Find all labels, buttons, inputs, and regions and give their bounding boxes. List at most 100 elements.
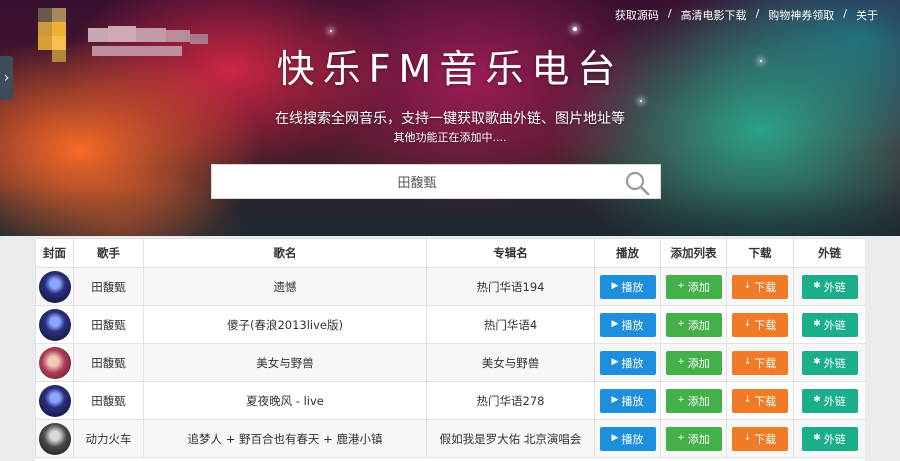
col-header-download: 下载: [726, 238, 794, 268]
download-cell: ↓ 下载: [726, 381, 794, 420]
add-to-list-button-label: 添加: [687, 280, 710, 294]
external-link-icon: ✱: [813, 433, 821, 443]
play-icon: ▶: [611, 357, 619, 367]
external-link-button[interactable]: ✱ 外链: [801, 274, 858, 299]
add-to-list-cell: + 添加: [660, 305, 727, 344]
play-button-label: 播放: [621, 318, 644, 332]
add-to-list-icon: +: [677, 281, 685, 291]
download-button-label: 下载: [754, 394, 777, 408]
artist-cell: 田馥甄: [73, 381, 144, 420]
album-cell: 美女与野兽: [426, 343, 595, 382]
add-to-list-button[interactable]: + 添加: [665, 312, 722, 337]
play-button[interactable]: ▶ 播放: [599, 274, 656, 299]
play-button[interactable]: ▶ 播放: [599, 426, 656, 451]
add-to-list-button[interactable]: + 添加: [665, 274, 722, 299]
add-to-list-button-label: 添加: [687, 432, 710, 446]
search-input[interactable]: [212, 165, 622, 198]
artist-cell: 田馥甄: [73, 305, 144, 344]
song-cell: 美女与野兽: [143, 343, 427, 382]
album-cover[interactable]: [38, 384, 71, 417]
play-cell: ▶ 播放: [594, 343, 661, 382]
album-cover[interactable]: [38, 308, 71, 341]
cover-cell: [35, 381, 74, 420]
play-cell: ▶ 播放: [594, 419, 661, 458]
add-to-list-cell: + 添加: [660, 381, 727, 420]
play-button-label: 播放: [621, 356, 644, 370]
external-link-button[interactable]: ✱ 外链: [801, 388, 858, 413]
top-nav: 获取源码 / 高清电影下载 / 购物神券领取 / 关于: [615, 7, 878, 23]
download-icon: ↓: [743, 319, 752, 329]
add-to-list-button[interactable]: + 添加: [665, 388, 722, 413]
add-to-list-icon: +: [677, 319, 685, 329]
external-link-button[interactable]: ✱ 外链: [801, 350, 858, 375]
play-button[interactable]: ▶ 播放: [599, 312, 656, 337]
external-link-icon: ✱: [813, 395, 821, 405]
play-cell: ▶ 播放: [594, 267, 661, 306]
add-to-list-icon: +: [677, 433, 685, 443]
link-shopping-coupons[interactable]: 购物神券领取: [768, 7, 834, 23]
artist-cell: 田馥甄: [73, 267, 144, 306]
download-cell: ↓ 下载: [726, 343, 794, 382]
external-link-cell: ✱ 外链: [793, 381, 865, 420]
download-icon: ↓: [743, 433, 752, 443]
table-row: 田馥甄 美女与野兽 美女与野兽 ▶ 播放 + 添加 ↓ 下载 ✱ 外链: [35, 343, 865, 382]
download-button[interactable]: ↓ 下载: [732, 312, 788, 337]
add-to-list-button[interactable]: + 添加: [665, 426, 722, 451]
cover-cell: [35, 267, 74, 306]
download-button-label: 下载: [754, 432, 777, 446]
download-button[interactable]: ↓ 下载: [732, 388, 788, 413]
artist-cell: 田馥甄: [73, 343, 144, 382]
search-icon[interactable]: [624, 170, 650, 196]
add-to-list-button-label: 添加: [687, 394, 710, 408]
download-cell: ↓ 下载: [726, 305, 794, 344]
link-get-source[interactable]: 获取源码: [615, 7, 659, 23]
external-link-button-label: 外链: [823, 432, 846, 446]
add-to-list-button-label: 添加: [687, 318, 710, 332]
add-to-list-cell: + 添加: [660, 343, 727, 382]
album-cover[interactable]: [38, 270, 71, 303]
hero-banner: › 获取源码 / 高清电影下载 / 购物神券领取 / 关于 快乐FM音乐电台 在…: [0, 0, 900, 236]
play-cell: ▶ 播放: [594, 305, 661, 344]
play-cell: ▶ 播放: [594, 381, 661, 420]
album-cover[interactable]: [38, 422, 71, 455]
external-link-button-label: 外链: [823, 280, 846, 294]
table-row: 田馥甄 夏夜晚风 - live 热门华语278 ▶ 播放 + 添加 ↓ 下载 ✱ 外链: [35, 381, 865, 420]
song-cell: 追梦人 + 野百合也有春天 + 鹿港小镇: [143, 419, 427, 458]
add-to-list-cell: + 添加: [660, 419, 727, 458]
download-button[interactable]: ↓ 下载: [732, 426, 788, 451]
play-button-label: 播放: [621, 394, 644, 408]
col-header-link: 外链: [793, 238, 865, 268]
add-to-list-button-label: 添加: [687, 356, 710, 370]
play-icon: ▶: [611, 319, 619, 329]
external-link-button[interactable]: ✱ 外链: [801, 312, 858, 337]
download-icon: ↓: [743, 281, 752, 291]
download-icon: ↓: [743, 395, 752, 405]
results-table: 封面 歌手 歌名 专辑名 播放 添加列表 下载 外链 田馥甄 遗憾 热门华语194 ▶…: [35, 238, 865, 458]
album-cell: 热门华语278: [426, 381, 595, 420]
play-button[interactable]: ▶ 播放: [599, 350, 656, 375]
table-row: 动力火车 追梦人 + 野百合也有春天 + 鹿港小镇 假如我是罗大佑 北京演唱会 ▶ 播放…: [35, 419, 865, 458]
external-link-cell: ✱ 外链: [793, 419, 865, 458]
external-link-cell: ✱ 外链: [793, 343, 865, 382]
nav-separator: /: [755, 7, 760, 20]
external-link-button-label: 外链: [823, 356, 846, 370]
table-row: 田馥甄 遗憾 热门华语194 ▶ 播放 + 添加 ↓ 下载 ✱ 外链: [35, 267, 865, 306]
external-link-icon: ✱: [813, 357, 821, 367]
results-table-container: 封面 歌手 歌名 专辑名 播放 添加列表 下载 外链 田馥甄 遗憾 热门华语194 ▶…: [35, 238, 865, 461]
nav-separator: /: [667, 7, 672, 20]
download-button[interactable]: ↓ 下载: [732, 274, 788, 299]
album-cell: 假如我是罗大佑 北京演唱会: [426, 419, 595, 458]
play-button[interactable]: ▶ 播放: [599, 388, 656, 413]
link-hd-movies[interactable]: 高清电影下载: [681, 7, 747, 23]
site-subtitle: 在线搜索全网音乐，支持一键获取歌曲外链、图片地址等: [275, 111, 625, 127]
download-button[interactable]: ↓ 下载: [732, 350, 788, 375]
site-title: 快乐FM音乐电台: [276, 47, 624, 91]
song-cell: 傻子(春浪2013live版): [143, 305, 427, 344]
external-link-button-label: 外链: [823, 318, 846, 332]
album-cover[interactable]: [38, 346, 71, 379]
external-link-button[interactable]: ✱ 外链: [801, 426, 858, 451]
add-to-list-button[interactable]: + 添加: [665, 350, 722, 375]
link-about[interactable]: 关于: [856, 7, 878, 23]
play-button-label: 播放: [621, 280, 644, 294]
search-box: [211, 164, 661, 199]
